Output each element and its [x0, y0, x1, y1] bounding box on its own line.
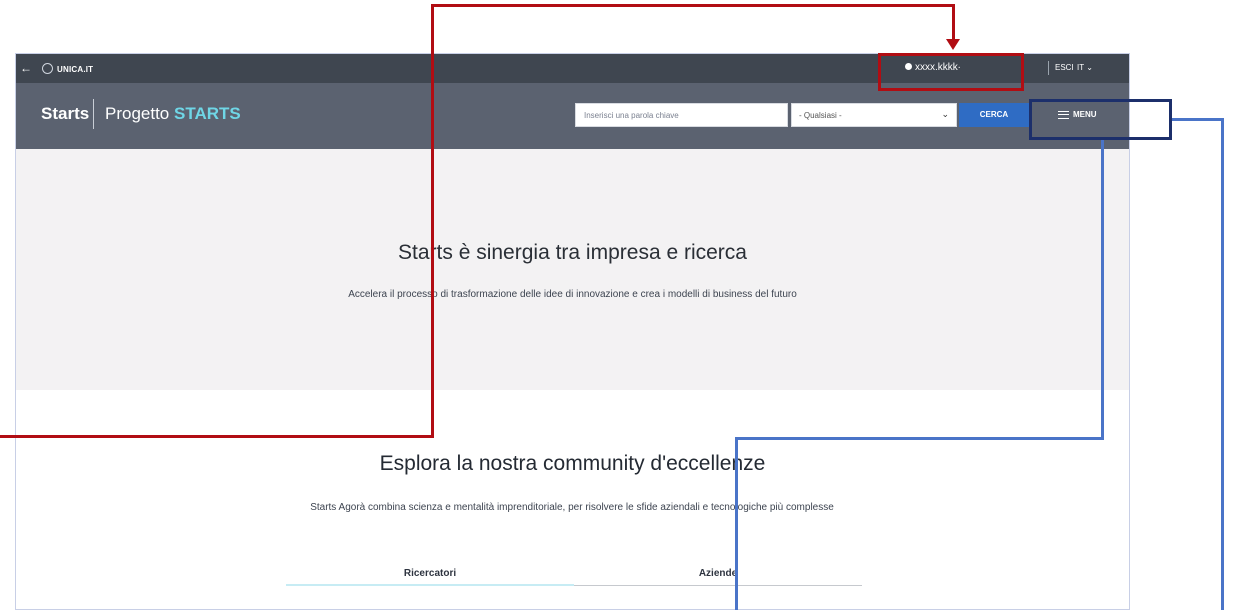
language-selector[interactable]: IT ⌄ [1077, 63, 1093, 72]
hero-section: Starts è sinergia tra impresa e ricerca … [16, 149, 1129, 390]
hero-title: Starts è sinergia tra impresa e ricerca [398, 241, 747, 264]
annotation-line-blue-center-v [1101, 140, 1104, 440]
organization-label: UNICA.IT [57, 65, 94, 74]
annotation-line-blue-left-v [735, 437, 738, 610]
site-header: Starts Progetto STARTS Inserisci una par… [16, 83, 1129, 149]
category-select[interactable]: - Qualsiasi - ⌄ [791, 103, 957, 127]
community-description: Starts Agorà combina scienza e mentalità… [310, 502, 834, 513]
arrow-left-icon[interactable]: ← [20, 61, 32, 75]
app-window: ← UNICA.IT xxxx.kkkk∙ ESCI IT ⌄ Starts P… [15, 53, 1130, 610]
search-button[interactable]: CERCA [959, 103, 1029, 127]
community-title: Esplora la nostra community d'eccellenze [379, 452, 766, 475]
annotation-line-red-top [431, 4, 955, 7]
annotation-line-blue-right-v [1221, 118, 1224, 610]
brand-divider [93, 99, 94, 129]
tab-ricercatori[interactable]: Ricercatori [286, 568, 574, 586]
annotation-line-blue-center-h [735, 437, 1104, 440]
annotation-line-red-drop [952, 4, 955, 40]
tab-aziende[interactable]: Aziende [574, 568, 862, 586]
project-title[interactable]: Progetto STARTS [105, 104, 241, 124]
annotation-line-red-vertical [431, 4, 434, 438]
hero-subtitle: Accelera il processo di trasformazione d… [348, 289, 797, 300]
divider [1048, 61, 1049, 75]
university-emblem-icon [42, 63, 53, 74]
annotation-line-red-bottom [0, 435, 434, 438]
brand-logo[interactable]: Starts [41, 104, 89, 124]
annotation-line-blue-right-h [1172, 118, 1224, 121]
organization-link[interactable]: UNICA.IT [42, 63, 93, 74]
menu-highlight-box [1029, 99, 1172, 140]
category-select-value: - Qualsiasi - [799, 111, 842, 120]
logout-link[interactable]: ESCI [1055, 63, 1074, 72]
project-name: STARTS [174, 104, 241, 123]
arrow-down-icon [946, 39, 960, 50]
user-highlight-box [878, 53, 1024, 91]
chevron-down-icon: ⌄ [941, 109, 949, 119]
project-prefix: Progetto [105, 104, 170, 123]
search-input[interactable]: Inserisci una parola chiave [575, 103, 788, 127]
